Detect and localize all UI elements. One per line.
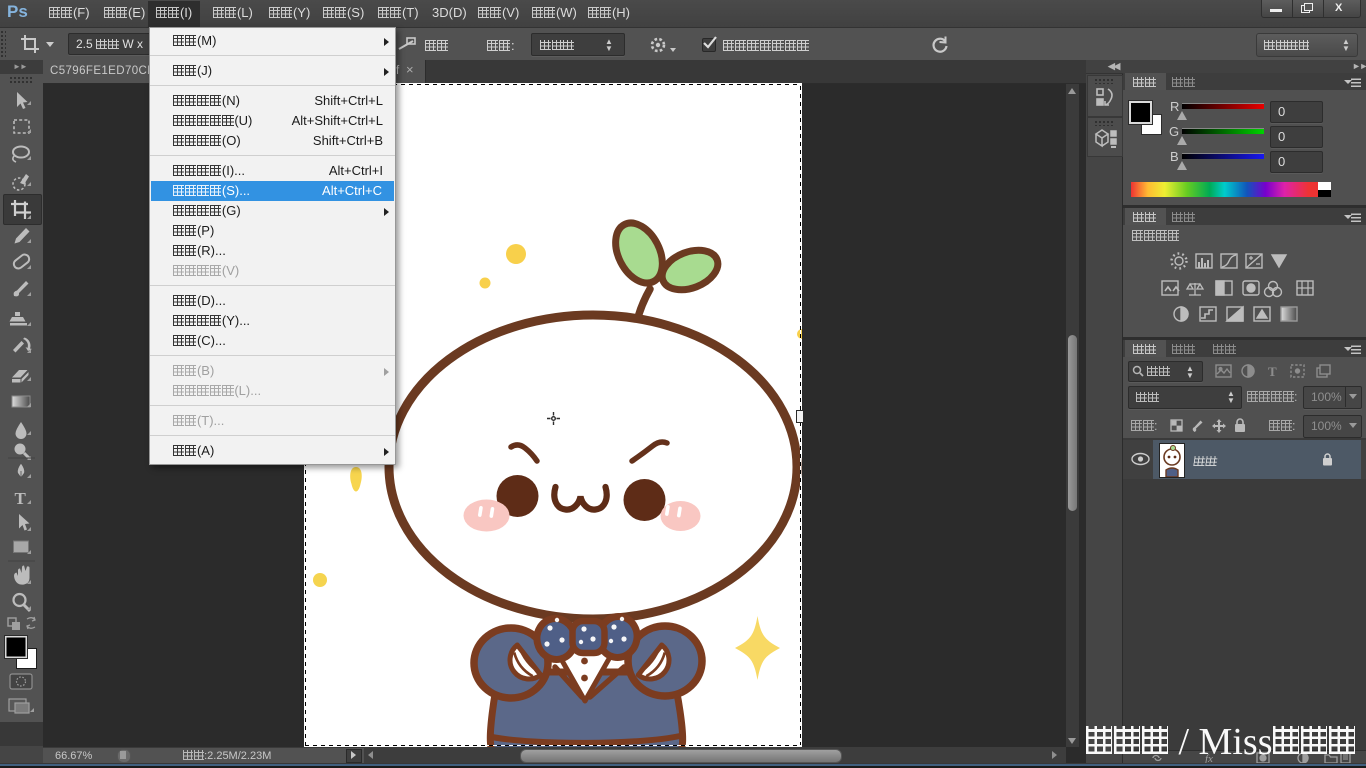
svg-text:T: T — [15, 489, 27, 508]
svg-text:T: T — [1268, 364, 1277, 379]
